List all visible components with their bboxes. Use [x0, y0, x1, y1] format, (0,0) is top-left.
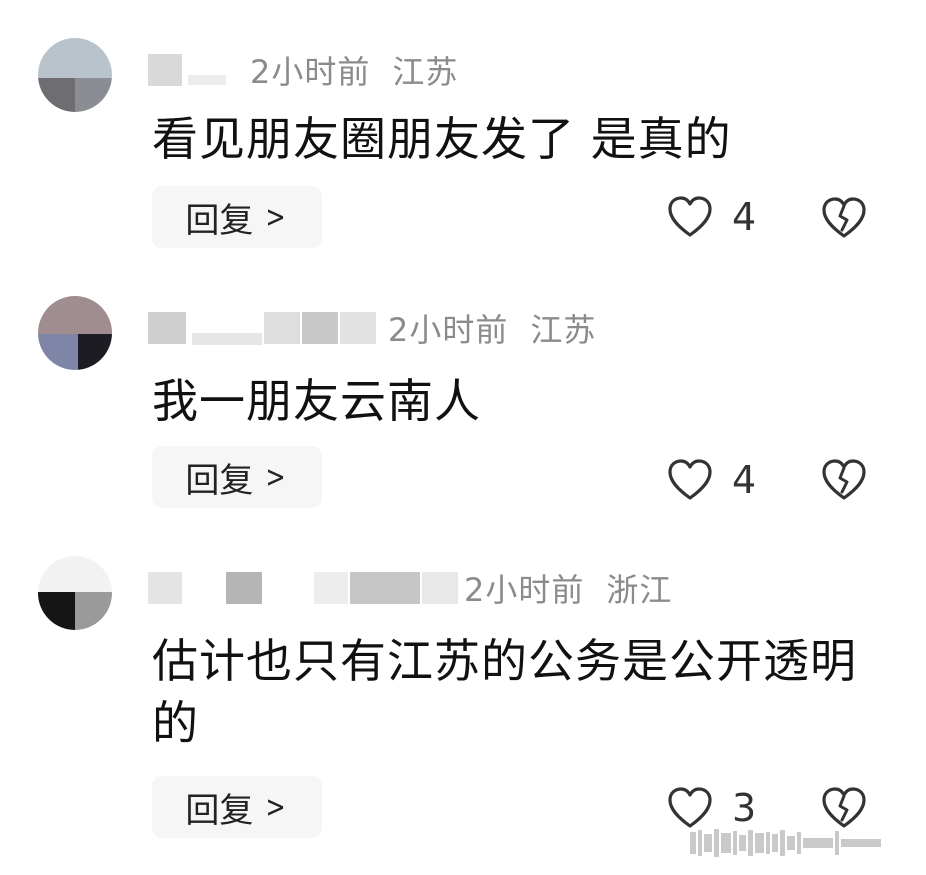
reply-button[interactable]: 回复 >	[152, 776, 322, 838]
comment-text: 我一朋友云南人	[152, 374, 481, 428]
username-redacted	[226, 572, 262, 604]
avatar[interactable]	[38, 296, 112, 370]
username-redacted	[302, 312, 338, 344]
username-redacted[interactable]	[148, 54, 182, 86]
comment-time: 2小时前	[464, 571, 585, 609]
watermark	[690, 826, 912, 860]
comment-meta: 2小时前 江苏	[148, 48, 458, 92]
comment-text: 看见朋友圈朋友发了 是真的	[152, 112, 732, 166]
broken-heart-icon	[822, 787, 866, 828]
comment-location: 浙江	[606, 571, 673, 609]
comment-time: 2小时前	[388, 311, 509, 349]
avatar[interactable]	[38, 38, 112, 112]
heart-outline-icon	[668, 787, 712, 828]
reply-label: 回复	[185, 200, 254, 241]
comment-time: 2小时前	[250, 53, 371, 91]
comment-location: 江苏	[530, 311, 597, 349]
reply-label: 回复	[185, 460, 254, 501]
like-button[interactable]: 4	[666, 195, 756, 239]
avatar[interactable]	[38, 556, 112, 630]
like-count: 4	[732, 195, 757, 239]
username-redacted	[350, 572, 420, 604]
dislike-button[interactable]	[820, 196, 868, 244]
heart-outline-icon	[668, 459, 712, 500]
chevron-right-icon: >	[265, 789, 287, 825]
chevron-right-icon: >	[265, 459, 287, 495]
like-button[interactable]: 4	[666, 458, 756, 502]
heart-outline-icon	[668, 196, 712, 237]
username-redacted	[192, 333, 262, 345]
like-count: 3	[732, 786, 757, 830]
like-button[interactable]: 3	[666, 786, 756, 830]
username-redacted[interactable]	[148, 572, 182, 604]
dislike-button[interactable]	[820, 458, 868, 506]
chevron-right-icon: >	[265, 199, 287, 235]
username-redacted	[314, 572, 348, 604]
comment-meta: 2小时前 江苏	[148, 306, 596, 350]
comment-location: 江苏	[392, 53, 459, 91]
reply-label: 回复	[185, 790, 254, 831]
comment-text: 估计也只有江苏的公务是公开透明的	[152, 634, 857, 750]
broken-heart-icon	[822, 459, 866, 500]
broken-heart-icon	[822, 197, 866, 238]
reply-button[interactable]: 回复 >	[152, 446, 322, 508]
username-redacted	[340, 312, 376, 344]
reply-button[interactable]: 回复 >	[152, 186, 322, 248]
username-redacted[interactable]	[148, 312, 186, 344]
username-redacted	[422, 572, 458, 604]
like-count: 4	[732, 458, 757, 502]
comment-meta: 2小时前 浙江	[148, 566, 672, 610]
username-redacted	[264, 312, 300, 344]
username-redacted	[188, 75, 226, 85]
